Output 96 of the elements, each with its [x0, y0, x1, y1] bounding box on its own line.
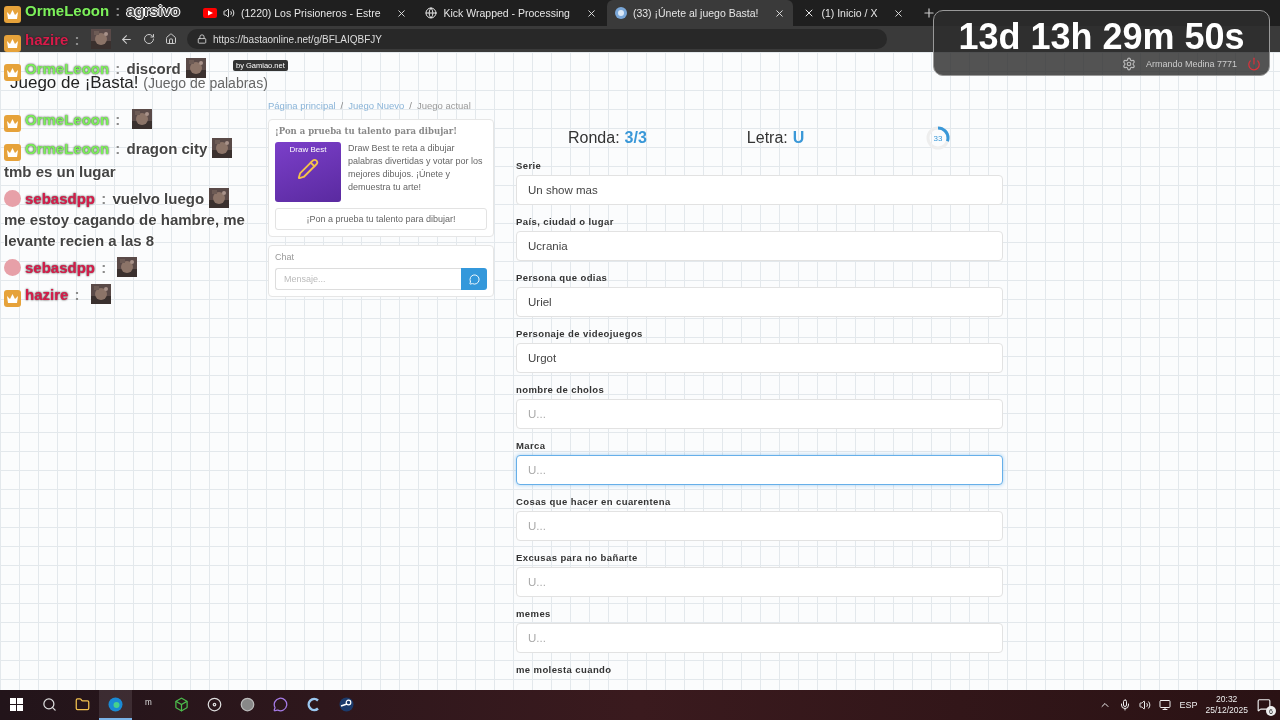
promo-text: Draw Best te reta a dibujar palabras divertidas y votar por los mejores dibujos. ¡Únete y demuestra tu arte!: [348, 142, 484, 194]
close-icon[interactable]: [893, 7, 905, 19]
promo-image-title: Draw Best: [289, 145, 327, 154]
timer-text: 13d 13h 29m 50s: [958, 17, 1245, 57]
language-indicator[interactable]: ESP: [1179, 700, 1198, 710]
field-label: Excusas para no bañarte: [516, 552, 639, 563]
message-field[interactable]: Mensaje...: [275, 268, 461, 290]
field-label: me molesta cuando: [516, 664, 613, 675]
record-icon: [207, 696, 222, 712]
chat-icon: [273, 696, 288, 712]
chat-separator: :: [73, 31, 81, 48]
chat-username: OrmeLeoon: [25, 140, 110, 157]
globe-icon: [425, 7, 438, 19]
field-label: nombre de cholos: [516, 384, 606, 395]
browser-tab[interactable]: (1) Inicio / X: [795, 0, 913, 26]
mic-icon[interactable]: [1119, 699, 1132, 711]
folder-icon: [75, 696, 90, 712]
taskbar-button[interactable]: [99, 690, 132, 720]
search-icon: [42, 696, 57, 712]
answer-field[interactable]: Uriel: [516, 287, 1003, 317]
crown-icon: [4, 6, 21, 23]
field-label: País, ciudad o lugar: [516, 216, 615, 227]
field-label: Persona que odias: [516, 272, 609, 283]
crown-icon: [4, 64, 21, 81]
breadcrumb-separator: /: [409, 100, 412, 111]
chat-title: Chat: [275, 252, 295, 262]
chat-username: sebasdpp: [25, 190, 96, 207]
chat-message: vuelvo luego: [112, 189, 205, 209]
chat-message: tmb es un lugar: [4, 162, 116, 182]
countdown-ring: [926, 126, 950, 150]
chat-separator: :: [114, 111, 122, 128]
cube-icon: [174, 696, 189, 712]
site-icon: [614, 7, 627, 19]
crown-icon: [4, 290, 21, 307]
chat-username: OrmeLeoon: [25, 2, 110, 19]
circle-icon: [240, 696, 255, 712]
letter-label: Letra:: [746, 129, 788, 147]
new-tab-icon[interactable]: [922, 6, 937, 20]
browser-tab[interactable]: Kick Wrapped - Processing: [417, 0, 605, 26]
chat-separator: :: [114, 2, 122, 19]
close-icon[interactable]: [585, 7, 597, 19]
crown-icon: [4, 115, 21, 132]
app-label[interactable]: ᵐ: [145, 697, 152, 711]
chat-separator: :: [100, 259, 108, 276]
round-value: 3/3: [624, 129, 647, 147]
chat-username: OrmeLeoon: [25, 111, 110, 128]
field-label: Cosas que hacer en cuarentena: [516, 496, 672, 507]
chat-separator: :: [114, 140, 122, 157]
pencil-icon: [297, 158, 319, 180]
browser-tab[interactable]: (33) ¡Únete al juego Basta!: [606, 0, 794, 26]
letter-value: U: [792, 129, 805, 147]
close-icon[interactable]: [396, 7, 408, 19]
chat-message: dragon city: [126, 139, 208, 159]
speaker-icon[interactable]: [1139, 699, 1152, 711]
field-label: Serie: [516, 160, 543, 171]
chat-separator: :: [73, 286, 81, 303]
chat-username: sebasdpp: [25, 259, 96, 276]
chat-message: me estoy cagando de hambre, me levante recien a las 8: [4, 210, 246, 251]
speaker-icon[interactable]: [223, 7, 235, 19]
breadcrumb-separator: /: [340, 100, 344, 111]
c-letter-icon: [306, 696, 321, 712]
windows-icon: [10, 697, 23, 711]
url-text: https://bastaonline.net/g/BFLAIQBFJY: [213, 33, 382, 45]
chat-separator: :: [100, 190, 108, 207]
close-icon[interactable]: [774, 7, 786, 19]
answer-field[interactable]: U...: [516, 455, 1003, 485]
chat-bubble-icon: [468, 273, 480, 285]
back-icon[interactable]: [120, 32, 133, 46]
browser-icon: [108, 696, 123, 712]
address-bar[interactable]: https://bastaonline.net/g/BFLAIQBFJY: [187, 29, 887, 49]
monitor-icon[interactable]: [1159, 699, 1172, 711]
play-icon: [203, 8, 217, 18]
steam-icon: [339, 696, 354, 712]
chat-username: hazire: [25, 286, 69, 303]
clock[interactable]: 20:32 25/12/2025: [1205, 694, 1248, 716]
user-name: Armando Medina 7771: [1145, 59, 1237, 69]
settings-icon[interactable]: [1121, 57, 1136, 71]
chat-username: hazire: [25, 31, 69, 48]
lock-icon: [197, 34, 207, 44]
browser-tab[interactable]: (1220) Los Prisioneros - Estre: [195, 0, 416, 26]
answer-field[interactable]: Urgot: [516, 343, 1003, 373]
chat-message: agrsivo: [126, 1, 180, 21]
field-label: memes: [516, 608, 552, 619]
home-icon[interactable]: [165, 33, 177, 45]
field-label: Personaje de videojuegos: [516, 328, 644, 339]
promo-button[interactable]: ¡Pon a prueba tu talento para dibujar!: [275, 208, 487, 230]
notification-icon[interactable]: [1257, 698, 1271, 712]
taskbar-button[interactable]: ᵐ: [132, 690, 165, 720]
answer-field[interactable]: Ucrania: [516, 231, 1003, 261]
answer-field[interactable]: Un show mas: [516, 175, 1003, 205]
reload-icon[interactable]: [143, 33, 155, 45]
field-label: Marca: [516, 440, 547, 451]
promo-title: ¡Pon a prueba tu talento para dibujar!: [275, 126, 458, 136]
round-label: Ronda:: [568, 129, 620, 147]
countdown-value: 33: [933, 133, 943, 143]
crown-icon: [4, 144, 21, 161]
